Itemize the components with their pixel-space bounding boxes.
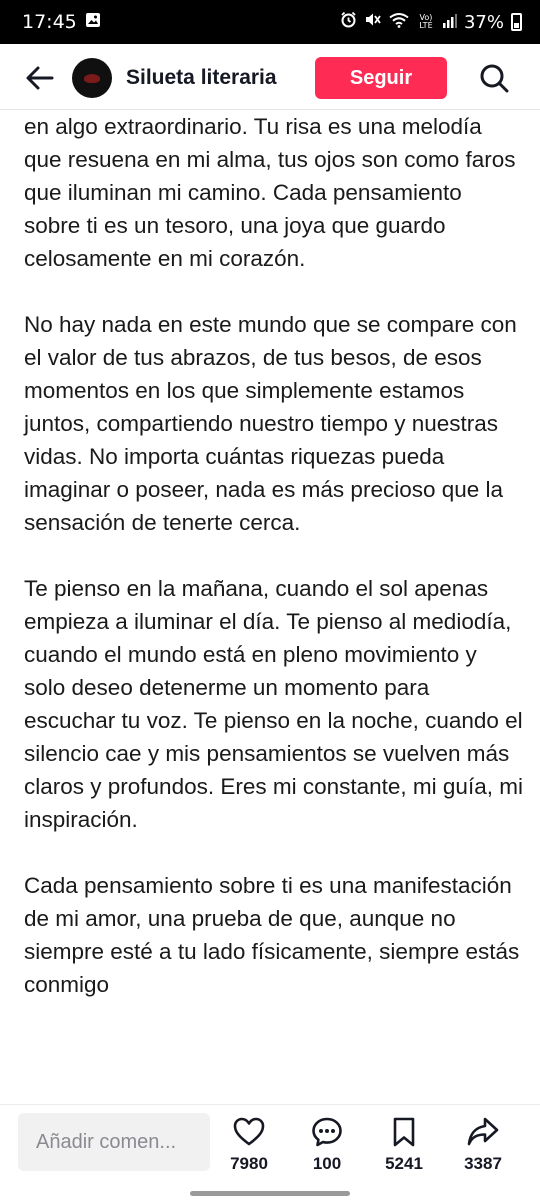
status-time: 17:45 [22,11,77,33]
share-count: 3387 [464,1154,502,1173]
status-bar-left: 17:45 [22,11,101,33]
signal-icon [442,12,457,33]
battery-icon [511,13,522,31]
wifi-icon [389,12,409,33]
post-header: Silueta literaria Seguir [0,44,540,110]
comments-button[interactable]: 100 [292,1115,362,1179]
article-paragraph: Te pienso en la mañana, cuando el sol ap… [24,576,523,832]
mute-icon [364,11,382,33]
comment-icon [312,1117,342,1147]
share-icon [467,1117,499,1146]
save-count: 5241 [385,1154,423,1173]
search-icon [480,64,509,93]
article-paragraph: Cada pensamiento sobre ti es una manifes… [24,873,520,997]
home-indicator[interactable] [190,1191,350,1196]
battery-percent: 37% [463,11,504,33]
save-button[interactable]: 5241 [369,1115,439,1179]
share-button[interactable]: 3387 [448,1115,518,1179]
like-button[interactable]: 7980 [214,1115,284,1179]
article-text: en algo extraordinario. Tu risa es una m… [24,110,524,1034]
follow-button[interactable]: Seguir [315,57,447,99]
network-label: Vo) LTE [419,13,433,30]
account-name[interactable]: Silueta literaria [126,66,277,90]
bookmark-icon [393,1117,415,1147]
back-arrow-icon [26,66,54,90]
search-button[interactable] [478,62,510,94]
article-paragraph: en algo extraordinario. Tu risa es una m… [24,114,516,271]
heart-icon [233,1117,265,1146]
article-paragraph: No hay nada en este mundo que se compare… [24,312,517,535]
status-bar: 17:45 Vo) LTE 37% [0,0,540,44]
alarm-icon [340,11,357,33]
gallery-icon [85,11,101,33]
status-bar-right: Vo) LTE 37% [340,11,522,33]
comment-count: 100 [312,1154,342,1173]
avatar[interactable] [72,58,112,98]
article-content[interactable]: en algo extraordinario. Tu risa es una m… [0,110,540,1104]
bottom-action-bar: 7980 100 5241 3387 [0,1104,540,1200]
back-button[interactable] [24,62,56,94]
like-count: 7980 [230,1154,268,1173]
comment-input[interactable] [18,1113,210,1171]
avatar-image [84,73,100,83]
